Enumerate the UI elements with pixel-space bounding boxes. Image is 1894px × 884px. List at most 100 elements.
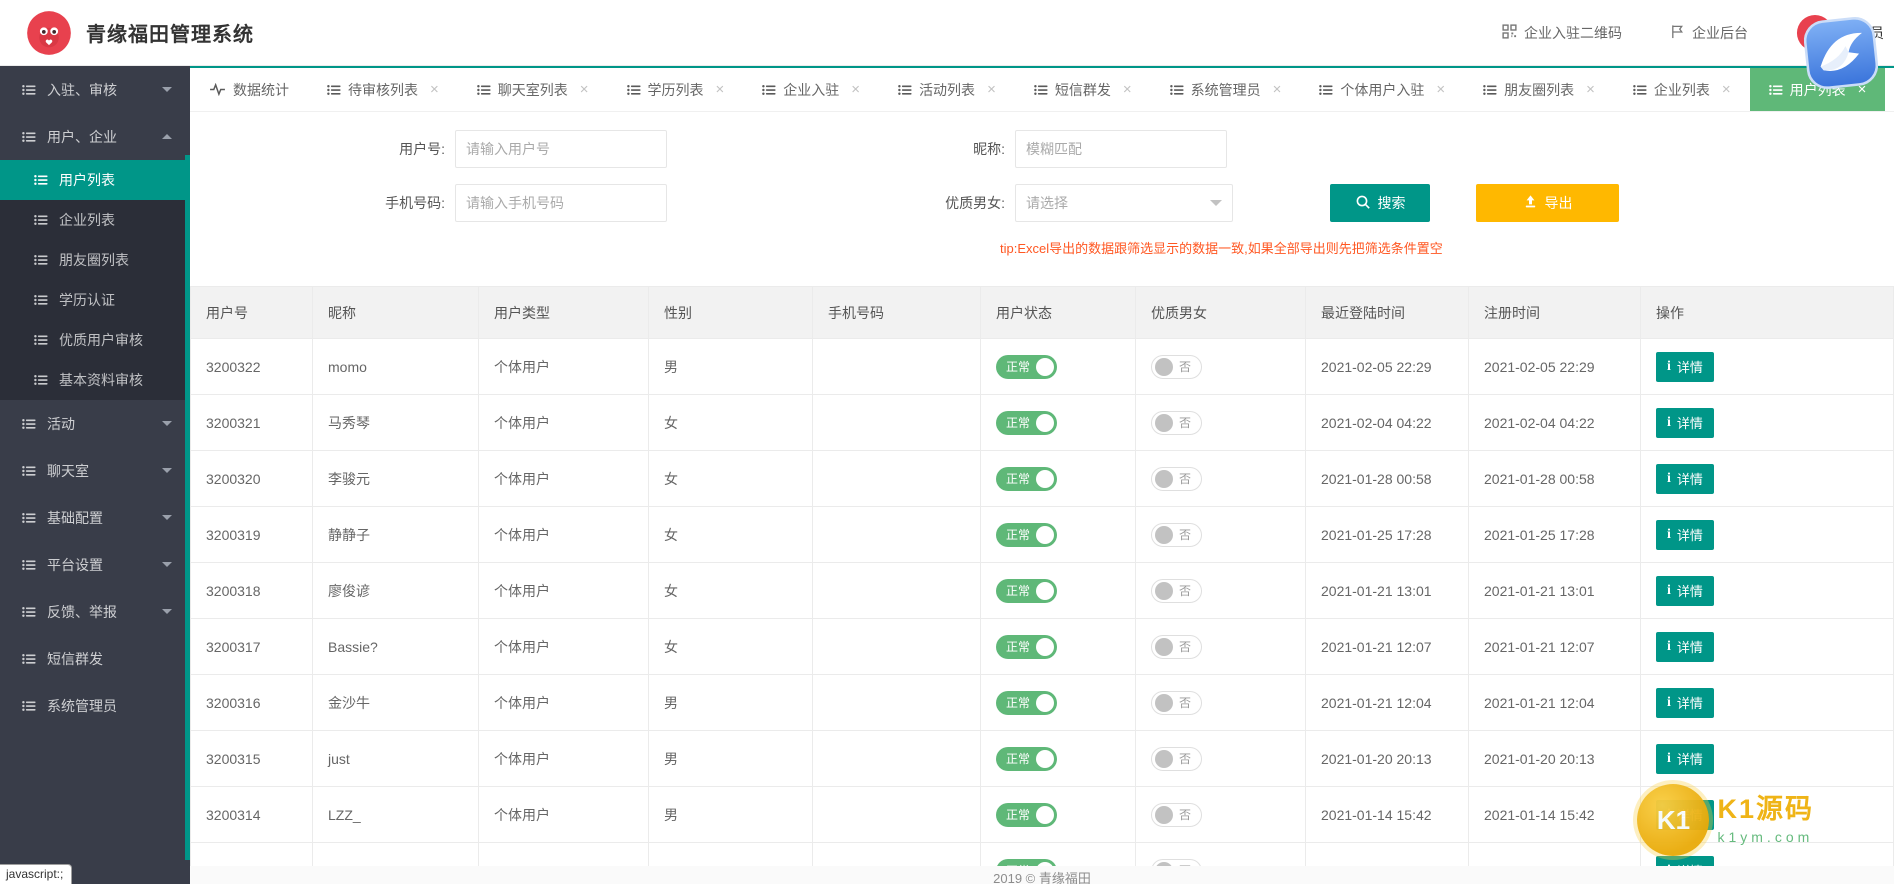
nickname-input[interactable] [1015,130,1227,168]
sidebar-item-活动[interactable]: 活动 [0,400,190,447]
tab-close-icon[interactable]: × [851,82,860,97]
blue-bird-overlay-icon[interactable] [1798,12,1883,94]
premium-toggle[interactable]: 否 [1151,467,1202,491]
sidebar-item-优质用户审核[interactable]: 优质用户审核 [0,320,190,360]
tab-企业列表[interactable]: 企业列表× [1614,68,1750,111]
info-icon: i [1667,527,1671,543]
premium-toggle-label: 否 [1179,358,1191,375]
detail-button-label: 详情 [1677,581,1703,600]
enterprise-backend-link[interactable]: 企业后台 [1670,23,1748,43]
detail-button-label: 详情 [1677,861,1703,866]
tab-数据统计[interactable]: 数据统计 [190,68,308,111]
tab-学历列表[interactable]: 学历列表× [608,68,744,111]
detail-button[interactable]: i详情 [1656,632,1714,662]
cell-user-type: 个体用户 [479,395,649,451]
user-id-input[interactable] [455,130,667,168]
cell-user-id: 3200314 [191,787,313,843]
premium-toggle[interactable]: 否 [1151,747,1202,771]
sidebar-item-label: 基础配置 [47,508,103,528]
status-toggle[interactable]: 正常 [996,467,1057,491]
sidebar-item-用户列表[interactable]: 用户列表 [0,160,190,200]
premium-toggle-label: 否 [1179,638,1191,655]
detail-button[interactable]: i详情 [1656,688,1714,718]
tab-close-icon[interactable]: × [987,82,996,97]
status-bar: javascript:; [0,864,72,884]
tab-close-icon[interactable]: × [430,82,439,97]
qrcode-link[interactable]: 企业入驻二维码 [1502,23,1622,43]
cell-user-id: 3200317 [191,619,313,675]
sidebar-item-平台设置[interactable]: 平台设置 [0,541,190,588]
phone-input[interactable] [455,184,667,222]
detail-button[interactable]: i详情 [1656,520,1714,550]
premium-toggle[interactable]: 否 [1151,635,1202,659]
status-toggle[interactable]: 正常 [996,411,1057,435]
export-button[interactable]: 导出 [1476,184,1619,222]
detail-button[interactable]: i详情 [1656,856,1714,867]
tab-个体用户入驻[interactable]: 个体用户入驻× [1300,68,1464,111]
premium-toggle[interactable]: 否 [1151,523,1202,547]
sidebar-item-基本资料审核[interactable]: 基本资料审核 [0,360,190,400]
tab-活动列表[interactable]: 活动列表× [879,68,1015,111]
tab-系统管理员[interactable]: 系统管理员× [1151,68,1301,111]
status-toggle[interactable]: 正常 [996,859,1057,867]
list-icon [22,559,36,571]
sidebar-item-学历认证[interactable]: 学历认证 [0,280,190,320]
search-button[interactable]: 搜索 [1330,184,1430,222]
tab-close-icon[interactable]: × [1123,82,1132,97]
cell-gender: 女 [649,395,813,451]
toggle-knob [1036,526,1054,544]
detail-button[interactable]: i详情 [1656,744,1714,774]
list-icon [762,84,776,96]
status-toggle[interactable]: 正常 [996,355,1057,379]
table-row: 3200318廖俊谚个体用户女正常否2021-01-21 13:012021-0… [191,563,1894,619]
premium-toggle[interactable]: 否 [1151,355,1202,379]
tab-close-icon[interactable]: × [1722,82,1731,97]
sidebar-item-反馈、举报[interactable]: 反馈、举报 [0,588,190,635]
sidebar-item-朋友圈列表[interactable]: 朋友圈列表 [0,240,190,280]
sidebar-item-短信群发[interactable]: 短信群发 [0,635,190,682]
premium-toggle[interactable]: 否 [1151,691,1202,715]
sidebar-item-系统管理员[interactable]: 系统管理员 [0,682,190,729]
status-toggle[interactable]: 正常 [996,803,1057,827]
tab-短信群发[interactable]: 短信群发× [1015,68,1151,111]
tab-朋友圈列表[interactable]: 朋友圈列表× [1464,68,1614,111]
sidebar-item-聊天室[interactable]: 聊天室 [0,447,190,494]
detail-button[interactable]: i详情 [1656,464,1714,494]
detail-button[interactable]: i详情 [1656,408,1714,438]
sidebar-scrollbar[interactable] [185,155,190,860]
toggle-knob [1155,806,1173,824]
premium-toggle[interactable]: 否 [1151,803,1202,827]
detail-button[interactable]: i详情 [1656,352,1714,382]
status-toggle[interactable]: 正常 [996,635,1057,659]
tab-聊天室列表[interactable]: 聊天室列表× [458,68,608,111]
tab-企业入驻[interactable]: 企业入驻× [743,68,879,111]
premium-select[interactable]: 请选择 [1015,184,1233,222]
status-toggle[interactable]: 正常 [996,523,1057,547]
detail-button[interactable]: i详情 [1656,576,1714,606]
tab-close-icon[interactable]: × [716,82,725,97]
cell-user-type [479,843,649,867]
status-toggle[interactable]: 正常 [996,747,1057,771]
tab-close-icon[interactable]: × [1436,82,1445,97]
cell-nickname: 马秀琴 [313,395,479,451]
tab-close-icon[interactable]: × [580,82,589,97]
premium-toggle[interactable]: 否 [1151,579,1202,603]
premium-toggle[interactable]: 否 [1151,859,1202,867]
tab-close-icon[interactable]: × [1273,82,1282,97]
premium-toggle[interactable]: 否 [1151,411,1202,435]
cell-nickname: 金沙牛 [313,675,479,731]
sidebar-item-企业列表[interactable]: 企业列表 [0,200,190,240]
sidebar-item-基础配置[interactable]: 基础配置 [0,494,190,541]
sidebar-item-用户、企业[interactable]: 用户、企业 [0,113,190,160]
chevron-down-icon [162,515,172,520]
status-toggle[interactable]: 正常 [996,691,1057,715]
tab-待审核列表[interactable]: 待审核列表× [308,68,458,111]
detail-button-label: 详情 [1677,637,1703,656]
toggle-knob [1036,358,1054,376]
toggle-knob [1155,862,1173,867]
status-toggle[interactable]: 正常 [996,579,1057,603]
tab-close-icon[interactable]: × [1586,82,1595,97]
cell-register-time: 2021-01-25 17:28 [1469,507,1641,563]
cell-register-time: 2021-01-28 00:58 [1469,451,1641,507]
sidebar-item-入驻、审核[interactable]: 入驻、审核 [0,66,190,113]
